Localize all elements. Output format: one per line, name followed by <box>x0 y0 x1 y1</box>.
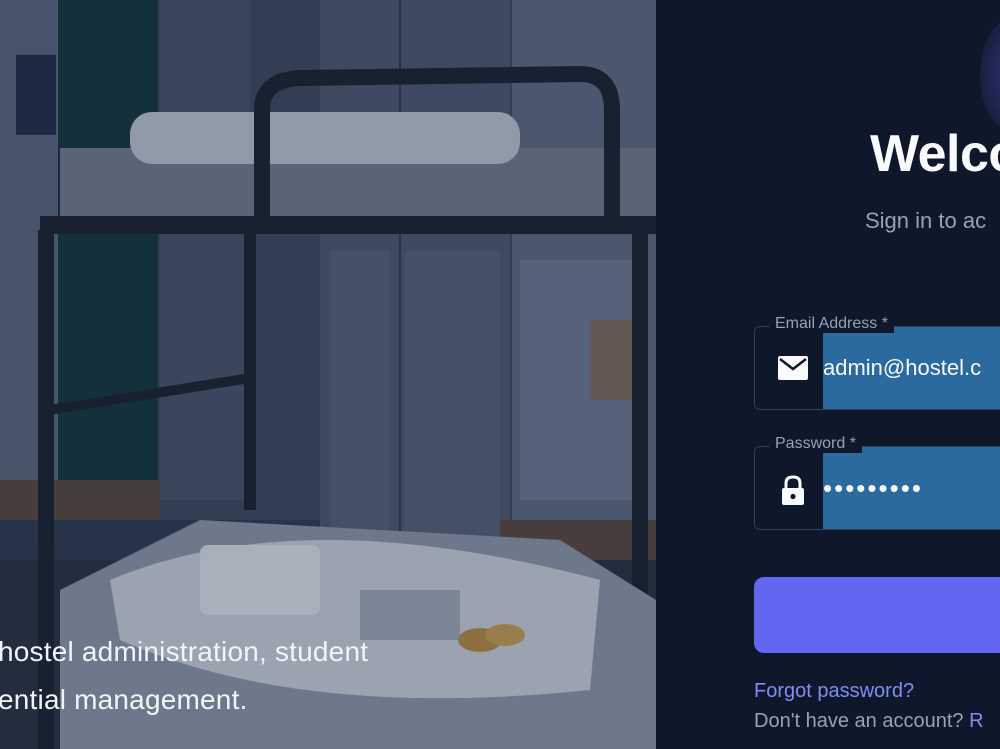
signup-prompt: Don't have an account? <box>754 710 970 732</box>
email-input[interactable]: admin@hostel.c <box>823 355 981 381</box>
register-link[interactable]: R <box>969 710 983 732</box>
sign-in-button[interactable] <box>754 577 1000 653</box>
hero-caption: hostel administration, student ential ma… <box>0 628 368 724</box>
password-field[interactable]: Password * ••••••••• <box>754 435 1000 530</box>
hero-caption-line-1: hostel administration, student <box>0 636 369 667</box>
email-field-label: Email Address * <box>769 315 894 333</box>
hero-image-panel: hostel administration, student ential ma… <box>0 0 656 749</box>
mail-icon <box>777 354 809 382</box>
hero-caption-line-2: ential management. <box>0 684 248 715</box>
password-input[interactable]: ••••••••• <box>823 473 923 504</box>
page-subtitle: Sign in to ac <box>865 208 987 233</box>
email-field[interactable]: Email Address * admin@hostel.c <box>754 315 1000 410</box>
lock-icon <box>777 474 809 505</box>
forgot-password-link[interactable]: Forgot password? <box>754 680 914 703</box>
sign-in-panel: Welco Sign in to ac Email Address * admi… <box>656 0 1000 749</box>
decorative-glow <box>980 20 1000 130</box>
signup-row: Don't have an account? R <box>754 710 984 733</box>
password-field-label: Password * <box>769 435 862 453</box>
page-title: Welco <box>870 125 1000 183</box>
